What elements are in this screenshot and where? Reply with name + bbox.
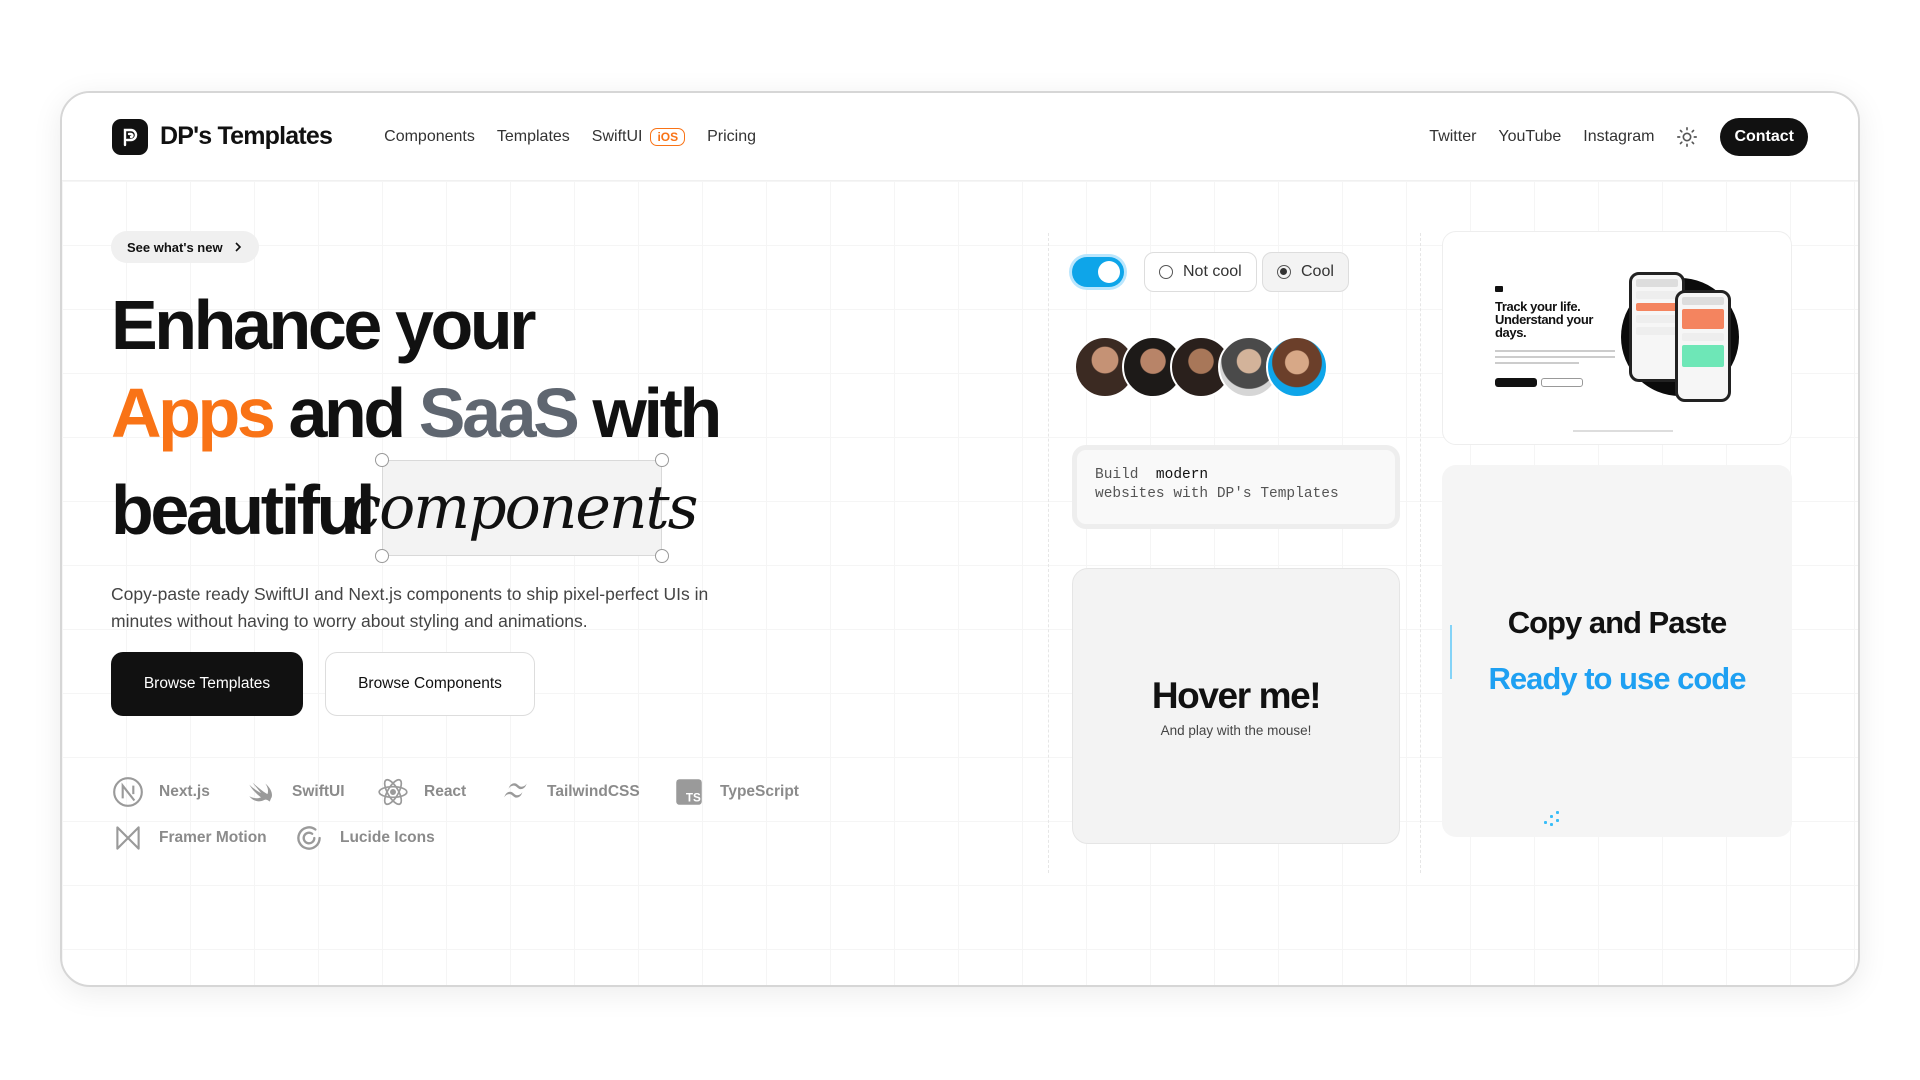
hero-apps: Apps bbox=[111, 374, 276, 452]
app-brand-logo bbox=[1495, 286, 1503, 292]
tech-label: SwiftUI bbox=[292, 783, 345, 800]
browser-frame: DP's Templates Components Templates Swif… bbox=[60, 91, 1860, 987]
typing-card: Build modern websites with DP's Template… bbox=[1072, 445, 1400, 529]
column-divider bbox=[1048, 233, 1049, 873]
resize-handle[interactable] bbox=[375, 549, 389, 563]
avatar[interactable] bbox=[1266, 336, 1328, 398]
logo-icon bbox=[112, 118, 148, 155]
resize-handle[interactable] bbox=[655, 549, 669, 563]
typescript-icon: TS bbox=[676, 779, 702, 805]
top-nav: DP's Templates Components Templates Swif… bbox=[62, 93, 1858, 181]
browse-components-button[interactable]: Browse Components bbox=[325, 652, 535, 716]
whats-new-badge[interactable]: See what's new bbox=[111, 231, 259, 263]
nav-right: Twitter YouTube Instagram Contact bbox=[1429, 117, 1808, 156]
app-preview-button bbox=[1541, 378, 1583, 387]
radio-label: Not cool bbox=[1183, 263, 1242, 280]
tech-swiftui: SwiftUI bbox=[244, 775, 345, 809]
radio-not-cool[interactable]: Not cool bbox=[1144, 252, 1257, 292]
avatar-stack bbox=[1074, 336, 1328, 398]
copy-subtitle: Ready to use code bbox=[1488, 661, 1747, 696]
hover-title: Hover me! bbox=[1151, 674, 1322, 716]
radio-dot bbox=[1277, 265, 1291, 279]
resize-handle[interactable] bbox=[375, 453, 389, 467]
build-word: Build bbox=[1095, 467, 1139, 483]
tech-label: Next.js bbox=[159, 783, 210, 800]
ios-badge: iOS bbox=[650, 127, 686, 146]
column-divider bbox=[1420, 233, 1421, 873]
hero-with: with bbox=[592, 374, 722, 452]
nav-link-instagram[interactable]: Instagram bbox=[1583, 128, 1654, 146]
tech-label: React bbox=[424, 783, 467, 800]
tech-label: Framer Motion bbox=[159, 829, 267, 846]
tech-framer-motion: Framer Motion bbox=[111, 821, 267, 855]
radio-cool[interactable]: Cool bbox=[1262, 252, 1349, 292]
tech-lucide: Lucide Icons bbox=[292, 821, 435, 855]
app-preview-card[interactable]: Track your life. Understand your days. bbox=[1442, 231, 1792, 445]
tech-tailwind: TailwindCSS bbox=[499, 775, 640, 809]
tech-label: TailwindCSS bbox=[547, 783, 640, 800]
copy-paste-card[interactable]: Copy and Paste Ready to use code bbox=[1442, 465, 1792, 837]
hero-components: components bbox=[347, 473, 699, 543]
hover-subtitle: And play with the mouse! bbox=[1160, 722, 1312, 738]
react-icon bbox=[378, 778, 408, 806]
radio-label: Cool bbox=[1301, 263, 1334, 280]
nav-links: Components Templates SwiftUI iOS Pricing bbox=[384, 127, 756, 146]
nav-link-swiftui[interactable]: SwiftUI iOS bbox=[591, 127, 686, 146]
hero-line-1: Enhance your bbox=[111, 286, 537, 364]
build-highlight: modern bbox=[1155, 467, 1209, 483]
tech-label: TypeScript bbox=[720, 783, 799, 800]
nextjs-icon bbox=[113, 777, 143, 807]
tech-react: React bbox=[376, 775, 466, 809]
nav-link-youtube[interactable]: YouTube bbox=[1498, 128, 1561, 146]
chevron-right-icon bbox=[235, 242, 241, 252]
lucide-icon bbox=[297, 826, 321, 850]
tech-label: Lucide Icons bbox=[340, 829, 435, 846]
browse-templates-button[interactable]: Browse Templates bbox=[111, 652, 303, 716]
hero-line-2: Apps and SaaS with bbox=[111, 378, 722, 448]
radio-dot bbox=[1159, 265, 1173, 279]
hero-and: and bbox=[288, 374, 406, 452]
tech-typescript: TS TypeScript bbox=[672, 775, 799, 809]
sun-icon[interactable] bbox=[1676, 126, 1698, 148]
toggle-knob bbox=[1098, 261, 1120, 283]
nav-link-templates[interactable]: Templates bbox=[497, 128, 570, 146]
build-line-2: websites with DP's Templates bbox=[1095, 486, 1339, 502]
copy-title: Copy and Paste bbox=[1507, 605, 1728, 640]
framer-motion-icon bbox=[116, 826, 140, 850]
swift-icon bbox=[249, 782, 272, 802]
resize-handle[interactable] bbox=[655, 453, 669, 467]
hero-line-3: beautiful bbox=[111, 471, 375, 549]
hover-card[interactable]: Hover me! And play with the mouse! bbox=[1072, 568, 1400, 844]
app-preview-title: Track your life. Understand your days. bbox=[1495, 299, 1594, 340]
hero-description: Copy-paste ready SwiftUI and Next.js com… bbox=[111, 584, 709, 631]
brand-logo[interactable]: DP's Templates bbox=[112, 118, 333, 155]
components-selection-box[interactable]: components bbox=[348, 453, 698, 563]
brand-name: DP's Templates bbox=[160, 122, 333, 150]
tailwind-icon bbox=[504, 783, 527, 798]
loading-icon bbox=[1542, 811, 1566, 829]
app-preview-text bbox=[1495, 350, 1615, 368]
hero-saas: SaaS bbox=[418, 374, 580, 452]
nav-link-components[interactable]: Components bbox=[384, 128, 475, 146]
svg-text:TS: TS bbox=[686, 792, 701, 805]
toggle-switch[interactable] bbox=[1072, 257, 1124, 287]
nav-link-swiftui-label: SwiftUI bbox=[591, 127, 643, 145]
contact-button[interactable]: Contact bbox=[1720, 117, 1808, 156]
nav-link-twitter[interactable]: Twitter bbox=[1429, 128, 1476, 146]
whats-new-label: See what's new bbox=[127, 239, 223, 255]
phone-mockup bbox=[1675, 290, 1731, 402]
app-preview-footer bbox=[1573, 430, 1673, 432]
tech-nextjs: Next.js bbox=[111, 775, 210, 809]
app-preview-button bbox=[1495, 378, 1537, 387]
nav-link-pricing[interactable]: Pricing bbox=[707, 128, 756, 146]
